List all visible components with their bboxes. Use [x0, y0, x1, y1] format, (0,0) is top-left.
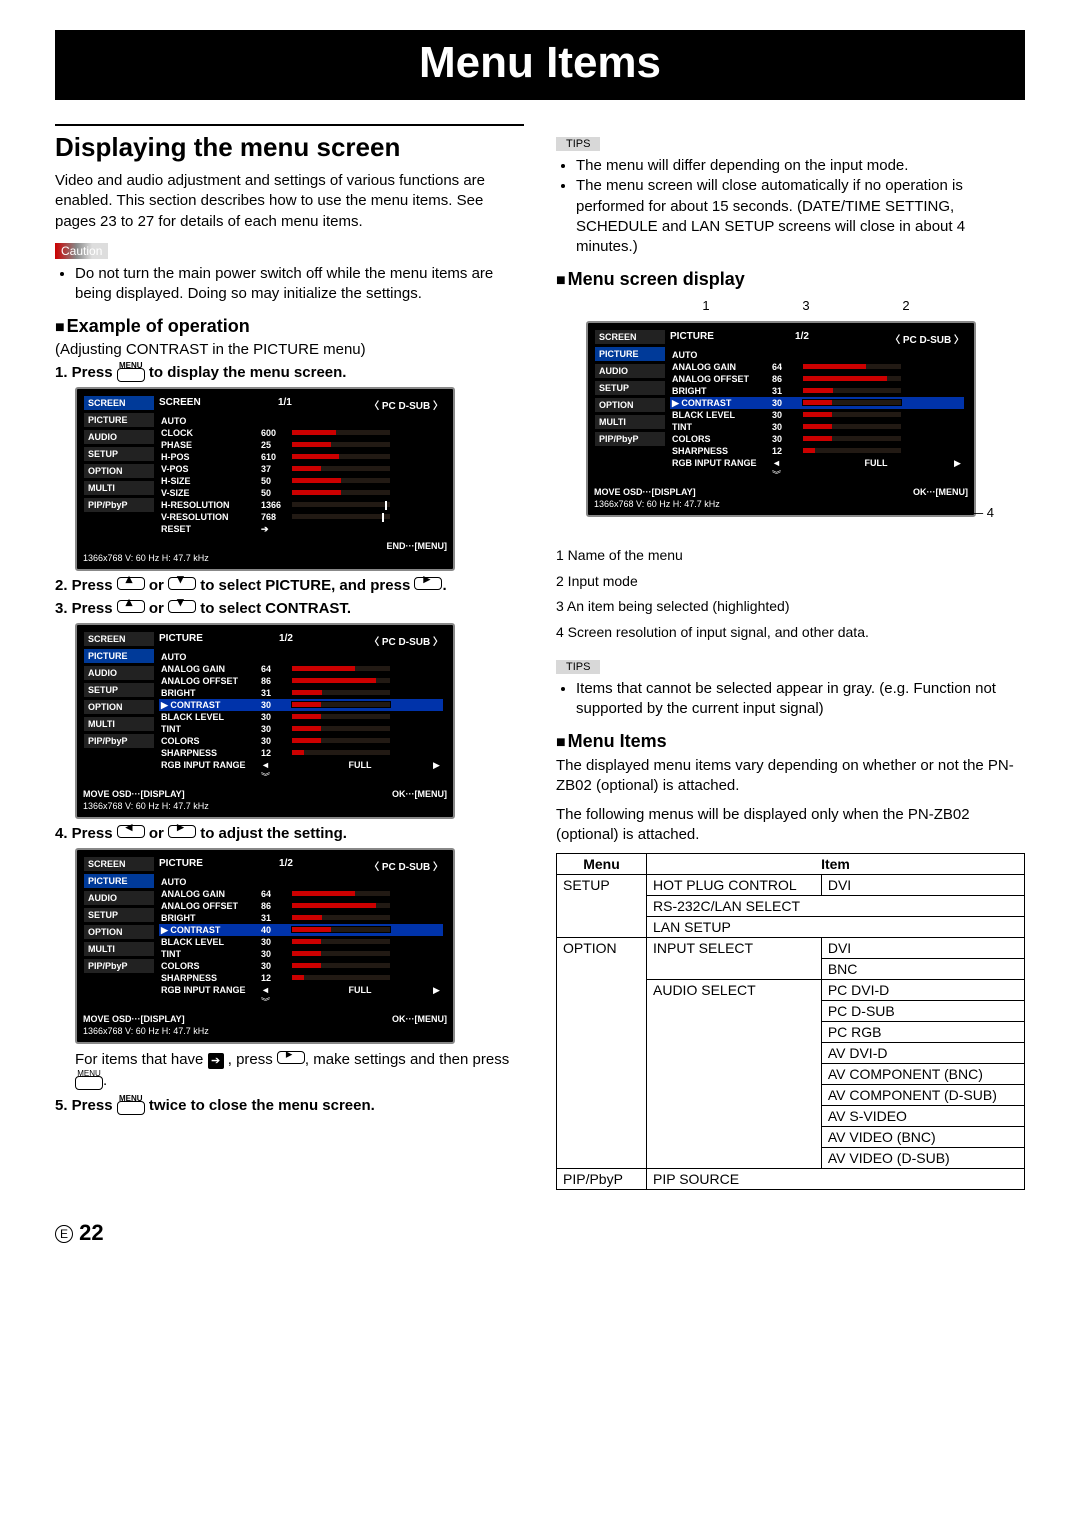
tips-item: The menu will differ depending on the in…: [576, 156, 1025, 176]
tips-label: TIPS: [556, 660, 600, 674]
step-3: 3. Press or to select CONTRAST.: [55, 600, 524, 617]
step-1: 1. Press MENU to display the menu screen…: [55, 364, 524, 381]
items-intro: The displayed menu items vary depending …: [556, 756, 1025, 797]
table-row: OPTIONINPUT SELECTDVI: [557, 938, 1025, 959]
osd-screenshot-2: SCREENPICTUREAUDIOSETUPOPTIONMULTIPIP/Pb…: [75, 623, 455, 819]
section-heading: Displaying the menu screen: [55, 124, 524, 163]
tips-item: The menu screen will close automatically…: [576, 176, 1025, 257]
page-title: Menu Items: [55, 30, 1025, 100]
caution-text: Do not turn the main power switch off wh…: [75, 264, 524, 305]
legend-3: 3 An item being selected (highlighted): [556, 597, 1025, 617]
right-arrow-icon: [168, 825, 196, 838]
legend-2: 2 Input mode: [556, 572, 1025, 592]
right-arrow-icon: [277, 1051, 305, 1064]
osd-screenshot-1: SCREENPICTUREAUDIOSETUPOPTIONMULTIPIP/Pb…: [75, 387, 455, 571]
up-arrow-icon: [117, 577, 145, 590]
menu-items-heading: Menu Items: [556, 731, 1025, 752]
left-column: Displaying the menu screen Video and aud…: [55, 124, 524, 1190]
right-arrow-icon: [414, 577, 442, 590]
step-5: 5. Press MENU twice to close the menu sc…: [55, 1097, 524, 1114]
callout-3: 3: [802, 298, 809, 313]
left-arrow-icon: [117, 825, 145, 838]
caution-callout: Caution: [55, 242, 524, 260]
tips-item: Items that cannot be selected appear in …: [576, 679, 1025, 720]
example-subtext: (Adjusting CONTRAST in the PICTURE menu): [55, 341, 524, 358]
down-arrow-icon: [168, 600, 196, 613]
items-table: MenuItemSETUPHOT PLUG CONTROLDVIRS-232C/…: [556, 853, 1025, 1190]
step-2: 2. Press or to select PICTURE, and press…: [55, 577, 524, 594]
menu-display-heading: Menu screen display: [556, 269, 1025, 290]
up-arrow-icon: [117, 600, 145, 613]
down-arrow-icon: [168, 577, 196, 590]
menu-button-icon: MENU: [117, 1101, 145, 1115]
osd-screenshot-3: SCREENPICTUREAUDIOSETUPOPTIONMULTIPIP/Pb…: [75, 848, 455, 1044]
callout-1: 1: [702, 298, 709, 313]
menu-button-icon: MENU: [117, 368, 145, 382]
example-heading: Example of operation: [55, 316, 524, 337]
annotated-osd: 1 3 2 SCREENPICTUREAUDIOSETUPOPTIONMULTI…: [566, 298, 996, 538]
callout-4: 4: [987, 505, 994, 520]
intro-paragraph: Video and audio adjustment and settings …: [55, 171, 524, 232]
tips-label: TIPS: [556, 137, 600, 151]
legend-1: 1 Name of the menu: [556, 546, 1025, 566]
table-row: SETUPHOT PLUG CONTROLDVI: [557, 875, 1025, 896]
step-4-note: For items that have ➔ , press , make set…: [75, 1050, 524, 1091]
caution-label: Caution: [55, 243, 108, 259]
enter-icon: ➔: [208, 1053, 224, 1069]
step-4: 4. Press or to adjust the setting.: [55, 825, 524, 842]
legend-4: 4 Screen resolution of input signal, and…: [556, 623, 1025, 643]
items-intro: The following menus will be displayed on…: [556, 805, 1025, 846]
right-column: TIPS The menu will differ depending on t…: [556, 124, 1025, 1190]
page-number: E 22: [55, 1220, 1025, 1246]
menu-button-icon: MENU: [75, 1076, 103, 1090]
callout-2: 2: [902, 298, 909, 313]
table-row: PIP/PbyPPIP SOURCE: [557, 1169, 1025, 1190]
